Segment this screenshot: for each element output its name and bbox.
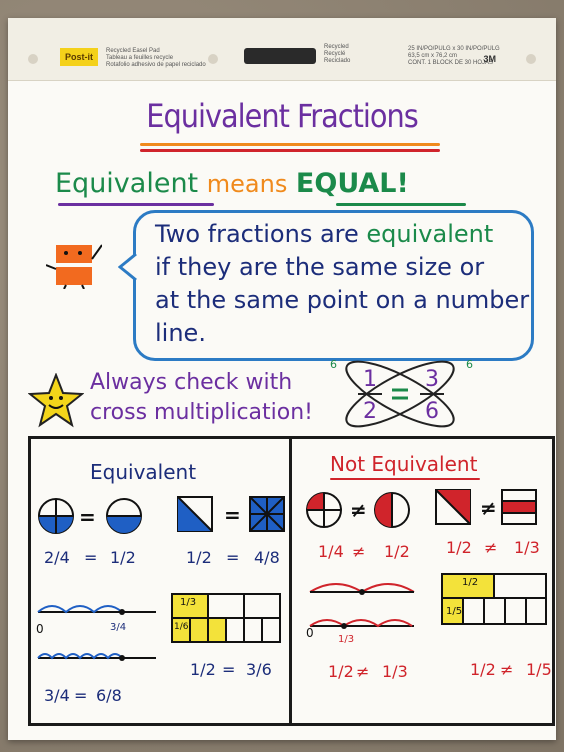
not-equal-sign: ≠ — [350, 498, 367, 522]
maker-logo: 3M — [483, 54, 496, 64]
equals-sign: = — [222, 660, 236, 679]
equal-underline — [336, 203, 466, 206]
fraction-label: 2/4 — [44, 548, 70, 567]
fraction-label: 6/8 — [96, 686, 122, 705]
number-line-mark: 1/3 — [338, 634, 355, 645]
fraction-label: 1/2 — [186, 548, 212, 567]
equals-sign: = — [74, 686, 88, 705]
binding-hole — [28, 54, 38, 64]
fraction-label: 1/2 — [470, 660, 496, 679]
recycled-label: Recycled Recyclé Reciclado — [324, 44, 351, 64]
fraction-label: 4/8 — [254, 548, 280, 567]
cross-d2: 6 — [425, 399, 439, 424]
binding-hole — [526, 54, 536, 64]
fraction-label: 1/2 — [446, 538, 472, 557]
number-line-not-equivalent — [309, 583, 415, 629]
bar-label-top: 1/3 — [180, 597, 197, 608]
definition-line: Two fractions are equivalent — [155, 220, 494, 248]
fraction-label: 1/2 — [328, 662, 354, 681]
definition-line: if they are the same size or — [155, 253, 485, 281]
not-equivalent-underline — [330, 478, 480, 480]
fraction-label: 1/2 — [110, 548, 136, 567]
equivalent-section-title: Equivalent — [90, 460, 197, 484]
number-line-zero: 0 — [306, 626, 314, 640]
cross-d1: 2 — [363, 399, 377, 424]
equals-sign: = — [79, 505, 96, 529]
equals-sign: = — [224, 503, 241, 527]
equivalent-means-equal: Equivalent means EQUAL! — [55, 168, 409, 199]
fraction-label: 1/5 — [526, 660, 552, 679]
fraction-label: 3/6 — [246, 660, 272, 679]
fraction-label: 1/4 — [318, 542, 344, 561]
brand-logo: Post-it — [60, 48, 98, 66]
word-equivalent: Equivalent — [55, 168, 199, 199]
definition-text: Two fractions are equivalent if they are… — [155, 218, 535, 350]
cross-n2: 3 — [425, 367, 439, 392]
cross-n1: 1 — [363, 367, 377, 392]
product-label: Recycled Easel Pad Tableau a feuilles re… — [106, 48, 206, 68]
not-equal-sign: ≠ — [500, 660, 514, 679]
bar-label-top: 1/2 — [462, 577, 479, 588]
definition-line: at the same point on a number — [155, 286, 530, 314]
number-line-mark: 3/4 — [110, 622, 127, 633]
fraction-label: 1/2 — [384, 542, 410, 561]
not-equal-sign: ≠ — [352, 542, 366, 561]
cross-multiplication-diagram: 1 2 3 6 6 6 — [330, 358, 473, 428]
not-equivalent-section-title: Not Equivalent — [330, 452, 478, 476]
fraction-label: 1/2 — [190, 660, 216, 679]
not-equal-sign: ≠ — [480, 496, 497, 520]
pad-handle-slot — [244, 48, 316, 64]
fraction-label: 1/3 — [382, 662, 408, 681]
equivalent-underline — [58, 203, 214, 206]
fraction-label: 1/3 — [514, 538, 540, 557]
bar-label-cell: 1/6 — [174, 622, 189, 632]
star-icon — [28, 373, 84, 428]
equals-sign: = — [84, 548, 98, 567]
definition-line: line. — [155, 319, 206, 347]
title-underline-red — [140, 149, 440, 152]
fraction-buddy-icon — [46, 244, 102, 289]
pad-header-strip: Post-it Recycled Easel Pad Tableau a feu… — [8, 18, 556, 81]
fraction-bar-not-equivalent — [441, 573, 547, 625]
examples-divider — [289, 436, 292, 726]
bubble-tail-icon — [118, 252, 137, 282]
cross-multiplication-tip: Always check with cross multiplication! — [90, 370, 313, 425]
fraction-label: 3/4 — [44, 686, 70, 705]
not-equal-sign: ≠ — [484, 538, 498, 557]
poster-title: Equivalent Fractions — [146, 97, 418, 135]
title-underline-orange — [140, 143, 440, 146]
not-equal-sign: ≠ — [356, 662, 370, 681]
bar-label-cell: 1/5 — [446, 606, 463, 617]
binding-hole — [208, 54, 218, 64]
number-line-zero: 0 — [36, 622, 44, 636]
cross-product-right: 6 — [466, 358, 473, 371]
number-line-equivalent — [37, 605, 156, 661]
cross-product-left: 6 — [330, 358, 337, 371]
equals-sign: = — [226, 548, 240, 567]
word-equal: EQUAL! — [295, 168, 409, 199]
word-means: means — [206, 170, 288, 198]
